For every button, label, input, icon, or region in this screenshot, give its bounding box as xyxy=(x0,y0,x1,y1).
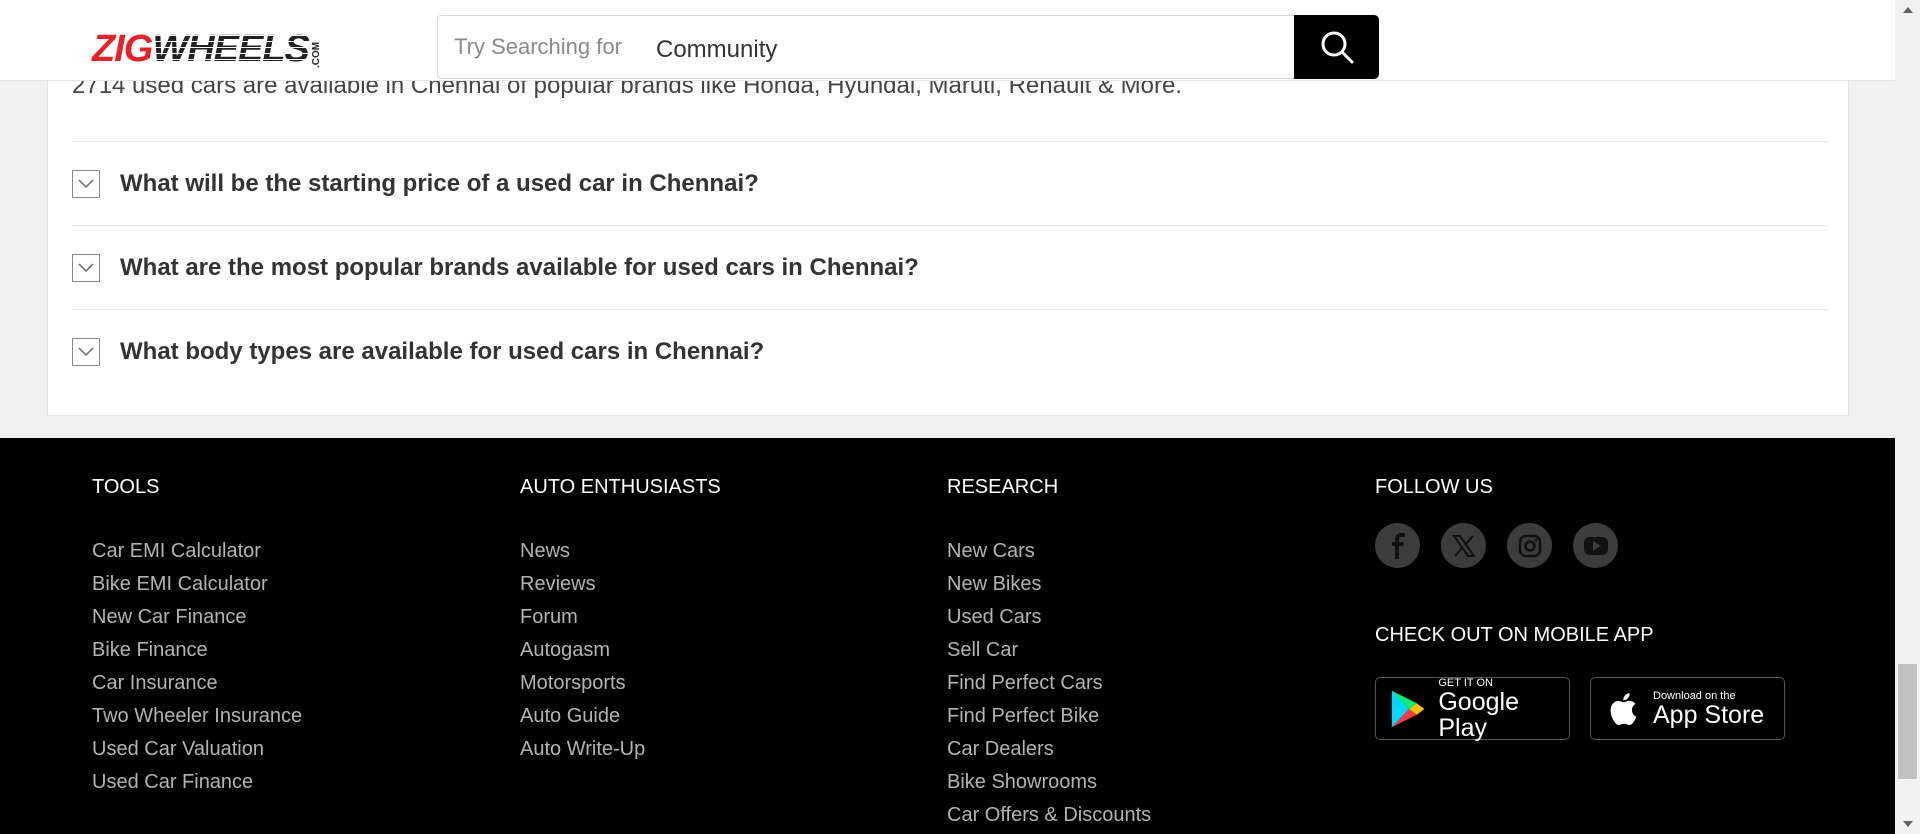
faq-question[interactable]: What body types are available for used c… xyxy=(120,338,764,366)
footer-col-tools: TOOLS Car EMI Calculator Bike EMI Calcul… xyxy=(92,476,302,799)
app-store-small: Download on the xyxy=(1653,689,1736,702)
mobile-app-heading: CHECK OUT ON MOBILE APP xyxy=(1375,624,1654,646)
logo-zig: ZIG xyxy=(92,28,153,70)
footer-link[interactable]: Two Wheeler Insurance xyxy=(92,700,302,733)
footer-link[interactable]: Car Dealers xyxy=(947,733,1151,766)
footer-link[interactable]: Car Offers & Discounts xyxy=(947,799,1151,832)
scroll-up-arrow[interactable] xyxy=(1895,0,1920,20)
search-icon xyxy=(1321,31,1353,64)
logo-wheels: WHEELS xyxy=(152,28,310,70)
faq-card: 2714 used cars are available in Chennai … xyxy=(47,60,1849,416)
page-scrollbar[interactable] xyxy=(1895,0,1920,834)
google-play-button[interactable]: GET IT ON Google Play xyxy=(1375,676,1570,742)
footer-link[interactable]: Bike EMI Calculator xyxy=(92,568,302,601)
google-play-small: GET IT ON xyxy=(1438,676,1493,689)
site-footer: TOOLS Car EMI Calculator Bike EMI Calcul… xyxy=(0,438,1895,834)
footer-heading-enthusiasts: AUTO ENTHUSIASTS xyxy=(520,476,721,498)
logo-com: .COM xyxy=(310,41,322,68)
app-store-button[interactable]: Download on the App Store xyxy=(1590,677,1785,740)
footer-link[interactable]: Used Car Finance xyxy=(92,766,302,799)
footer-link[interactable]: Find Perfect Bike xyxy=(947,700,1151,733)
search-button[interactable] xyxy=(1294,15,1379,79)
chevron-down-icon[interactable] xyxy=(72,170,100,198)
footer-link[interactable]: Car EMI Calculator xyxy=(92,535,302,568)
social-icons xyxy=(1375,523,1618,568)
app-store-big: App Store xyxy=(1653,700,1765,729)
facebook-icon[interactable] xyxy=(1375,523,1420,568)
footer-link[interactable]: News xyxy=(520,535,721,568)
footer-link[interactable]: Bike Showrooms xyxy=(947,766,1151,799)
footer-link[interactable]: New Bikes xyxy=(947,568,1151,601)
footer-link[interactable]: Bike Finance xyxy=(92,634,302,667)
instagram-icon[interactable] xyxy=(1507,523,1552,568)
footer-link[interactable]: Auto Write-Up xyxy=(520,733,721,766)
chevron-down-icon[interactable] xyxy=(72,254,100,282)
footer-link[interactable]: New Car Finance xyxy=(92,601,302,634)
scroll-down-arrow[interactable] xyxy=(1895,814,1920,834)
faq-item[interactable]: What are the most popular brands availab… xyxy=(72,225,1828,310)
search-placeholder: Try Searching for xyxy=(454,34,622,59)
footer-link[interactable]: Forum xyxy=(520,601,721,634)
footer-col-follow: FOLLOW US xyxy=(1375,476,1618,568)
footer-heading-tools: TOOLS xyxy=(92,476,160,498)
faq-item[interactable]: What will be the starting price of a use… xyxy=(72,141,1828,226)
scrollbar-thumb[interactable] xyxy=(1898,664,1917,779)
footer-link[interactable]: Auto Guide xyxy=(520,700,721,733)
footer-link[interactable]: Used Car Valuation xyxy=(92,733,302,766)
faq-question[interactable]: What will be the starting price of a use… xyxy=(120,170,759,198)
faq-item[interactable]: What body types are available for used c… xyxy=(72,309,1828,394)
search-value: Community xyxy=(656,36,778,63)
google-play-icon xyxy=(1391,690,1425,727)
footer-col-enthusiasts: AUTO ENTHUSIASTS News Reviews Forum Auto… xyxy=(520,476,721,766)
chevron-down-icon[interactable] xyxy=(72,338,100,366)
x-twitter-icon[interactable] xyxy=(1441,523,1486,568)
zigwheels-logo[interactable]: ZIG WHEELS .COM xyxy=(92,30,322,68)
faq-question[interactable]: What are the most popular brands availab… xyxy=(120,254,919,282)
footer-heading-follow: FOLLOW US xyxy=(1375,476,1493,498)
footer-link[interactable]: Autogasm xyxy=(520,634,721,667)
footer-link[interactable]: Used Cars xyxy=(947,601,1151,634)
youtube-icon[interactable] xyxy=(1573,523,1618,568)
footer-link[interactable]: Find Perfect Cars xyxy=(947,667,1151,700)
footer-link[interactable]: Sell Car xyxy=(947,634,1151,667)
footer-link[interactable]: Motorsports xyxy=(520,667,721,700)
footer-link[interactable]: New Cars xyxy=(947,535,1151,568)
search-input[interactable]: Try Searching for Community xyxy=(437,15,1379,79)
site-header: ZIG WHEELS .COM Try Searching for Commun… xyxy=(0,0,1895,81)
apple-icon xyxy=(1610,692,1637,725)
footer-link[interactable]: Car Insurance xyxy=(92,667,302,700)
footer-col-research: RESEARCH New Cars New Bikes Used Cars Se… xyxy=(947,476,1151,832)
footer-heading-research: RESEARCH xyxy=(947,476,1059,498)
footer-link[interactable]: Reviews xyxy=(520,568,721,601)
google-play-big: Google Play xyxy=(1438,687,1519,742)
